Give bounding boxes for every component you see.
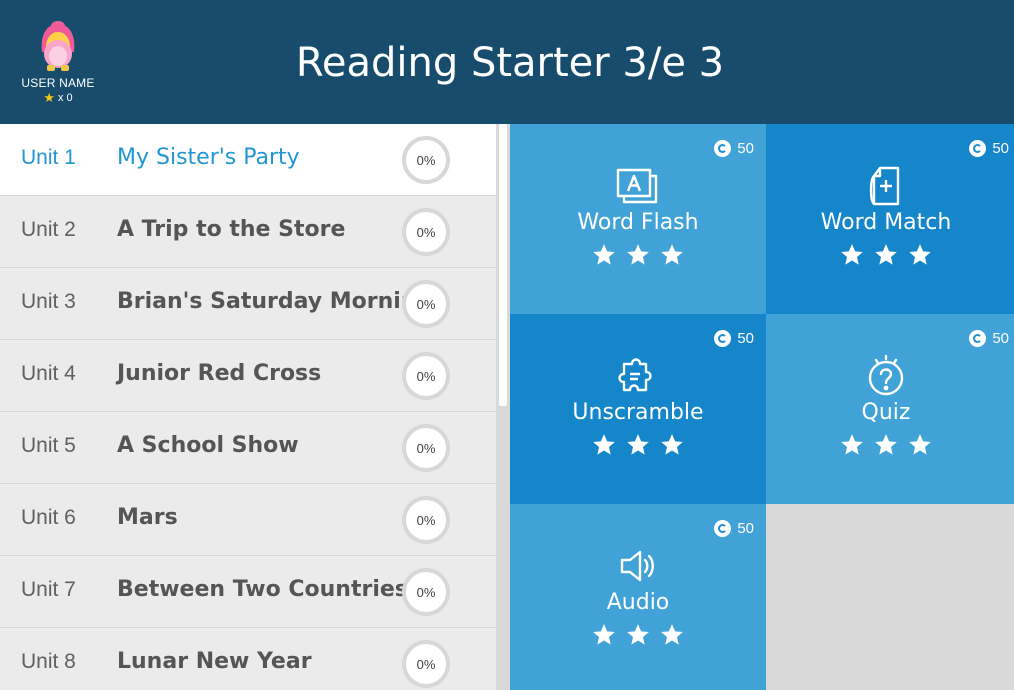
coin-icon — [714, 140, 732, 157]
star-icon — [593, 244, 615, 265]
unit-row-1[interactable]: Unit 1 My Sister's Party 0% — [0, 124, 496, 196]
progress-ring: 0% — [402, 568, 450, 616]
unit-number: Unit 4 — [21, 362, 76, 385]
star-icon — [627, 434, 649, 455]
page-title: Reading Starter 3/e 3 — [295, 40, 725, 86]
star-icon — [875, 244, 897, 265]
star-rating — [510, 622, 766, 648]
star-icon — [627, 624, 649, 645]
activity-word-match[interactable]: 50 Word Match — [766, 124, 1014, 314]
star-rating — [510, 432, 766, 458]
star-icon — [593, 624, 615, 645]
unit-title: Junior Red Cross — [117, 361, 322, 386]
unit-row-7[interactable]: Unit 7 Between Two Countries 0% — [0, 556, 496, 628]
coin-icon — [969, 140, 987, 157]
unit-row-4[interactable]: Unit 4 Junior Red Cross 0% — [0, 340, 496, 412]
activity-label: Word Flash — [577, 210, 699, 235]
card-add-icon — [766, 164, 1014, 208]
star-icon — [627, 244, 649, 265]
activity-label: Unscramble — [572, 400, 704, 425]
progress-ring: 0% — [402, 280, 450, 328]
unit-number: Unit 8 — [21, 650, 76, 673]
activity-quiz[interactable]: 50 Quiz — [766, 314, 1014, 504]
activity-label: Quiz — [861, 400, 911, 425]
app-header: USER NAME ★ x 0 Reading Starter 3/e 3 — [0, 0, 1014, 124]
coin-reward: 50 — [714, 520, 754, 537]
progress-ring: 0% — [402, 136, 450, 184]
star-icon: ★ — [43, 90, 55, 105]
unit-row-2[interactable]: Unit 2 A Trip to the Store 0% — [0, 196, 496, 268]
coin-reward: 50 — [714, 140, 754, 157]
puzzle-icon — [510, 354, 766, 398]
unit-number: Unit 7 — [21, 578, 76, 601]
speaker-icon — [510, 544, 766, 588]
unit-title: Lunar New Year — [117, 649, 312, 674]
flashcard-icon — [510, 164, 766, 208]
coin-reward: 50 — [714, 330, 754, 347]
star-rating — [766, 242, 1014, 268]
coin-icon — [714, 330, 732, 347]
activity-label: Audio — [606, 590, 670, 615]
unit-row-3[interactable]: Unit 3 Brian's Saturday Morning 0% — [0, 268, 496, 340]
coin-count: 50 — [992, 140, 1009, 157]
empty-tile — [766, 504, 1014, 690]
unit-title: A School Show — [117, 433, 299, 458]
unit-title: Mars — [117, 505, 178, 530]
progress-ring: 0% — [402, 424, 450, 472]
unit-number: Unit 2 — [21, 218, 76, 241]
progress-ring: 0% — [402, 496, 450, 544]
star-count-label: x 0 — [57, 91, 73, 104]
activity-unscramble[interactable]: 50 Unscramble — [510, 314, 766, 504]
question-bulb-icon — [766, 354, 1014, 398]
coin-reward: 50 — [969, 330, 1009, 347]
coin-icon — [714, 520, 732, 537]
coin-reward: 50 — [969, 140, 1009, 157]
coin-count: 50 — [737, 140, 754, 157]
unit-number: Unit 3 — [21, 290, 76, 313]
coin-icon — [969, 330, 987, 347]
unit-title: A Trip to the Store — [117, 217, 346, 242]
star-icon — [661, 434, 683, 455]
star-icon — [875, 434, 897, 455]
activity-audio[interactable]: 50 Audio — [510, 504, 766, 690]
activity-label: Word Match — [820, 210, 952, 235]
star-icon — [909, 244, 931, 265]
unit-number: Unit 1 — [21, 146, 76, 169]
unit-title: Brian's Saturday Morning — [117, 289, 433, 314]
progress-ring: 0% — [402, 352, 450, 400]
star-icon — [661, 244, 683, 265]
star-icon — [661, 624, 683, 645]
star-icon — [841, 244, 863, 265]
activity-word-flash[interactable]: 50 Word Flash — [510, 124, 766, 314]
star-icon — [841, 434, 863, 455]
coin-count: 50 — [737, 520, 754, 537]
unit-row-6[interactable]: Unit 6 Mars 0% — [0, 484, 496, 556]
unit-list: Unit 1 My Sister's Party 0% Unit 2 A Tri… — [0, 124, 496, 690]
coin-count: 50 — [737, 330, 754, 347]
star-icon — [909, 434, 931, 455]
unit-row-5[interactable]: Unit 5 A School Show 0% — [0, 412, 496, 484]
star-icon — [593, 434, 615, 455]
user-star-count: ★ x 0 — [14, 91, 102, 104]
scrollbar-thumb[interactable] — [499, 124, 507, 406]
progress-ring: 0% — [402, 208, 450, 256]
coin-count: 50 — [992, 330, 1009, 347]
unit-number: Unit 6 — [21, 506, 76, 529]
unit-title: Between Two Countries — [117, 577, 408, 602]
unit-row-8[interactable]: Unit 8 Lunar New Year 0% — [0, 628, 496, 690]
unit-number: Unit 5 — [21, 434, 76, 457]
progress-ring: 0% — [402, 640, 450, 688]
star-rating — [766, 432, 1014, 458]
star-rating — [510, 242, 766, 268]
unit-title: My Sister's Party — [117, 145, 300, 170]
